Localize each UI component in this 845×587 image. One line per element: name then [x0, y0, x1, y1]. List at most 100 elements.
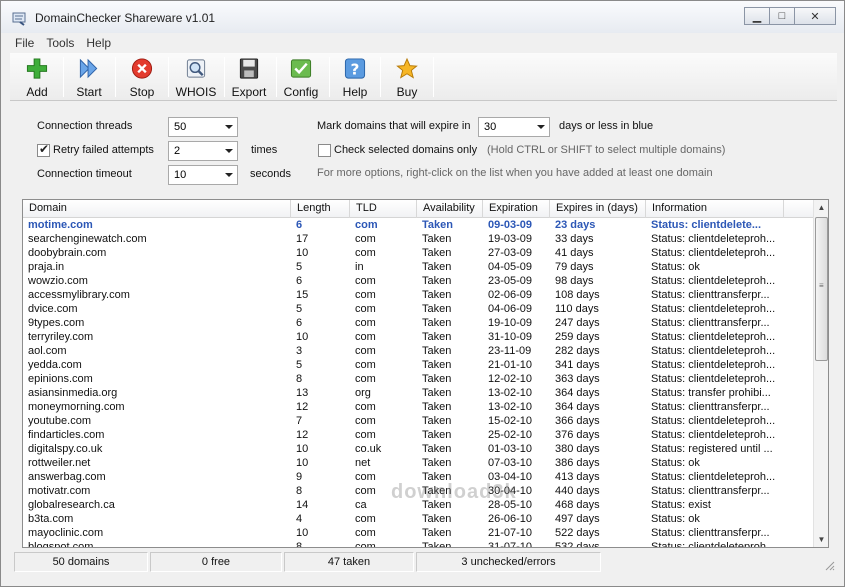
header-col-domain[interactable]: Domain	[23, 200, 291, 218]
seconds-label: seconds	[250, 168, 291, 180]
expires-in-cell: 341 days	[555, 359, 600, 371]
whois-button[interactable]: WHOIS	[174, 55, 218, 99]
expiration-cell: 31-10-09	[488, 331, 533, 343]
config-button[interactable]: Config	[281, 55, 321, 99]
availability-cell: Taken	[422, 373, 452, 385]
tld-cell: com	[355, 345, 376, 357]
table-row[interactable]: searchenginewatch.com 17 com Taken 19-03-09 3…	[23, 232, 814, 246]
table-row[interactable]: asiansinmedia.org 13 org Taken 13-02-10 364 d…	[23, 386, 814, 400]
information-cell: Status: clientdelete...	[651, 219, 762, 231]
table-row[interactable]: wowzio.com 6 com Taken 23-05-09 98 days Status…	[23, 274, 814, 288]
more-options-hint: For more options, right-click on the lis…	[317, 167, 713, 179]
timeout-select[interactable]: 10	[168, 165, 238, 185]
menu-help[interactable]: Help	[80, 35, 117, 50]
table-row[interactable]: rottweiler.net 10 net Taken 07-03-10 386 days…	[23, 456, 814, 470]
check-icon: ✔	[39, 142, 50, 156]
close-button[interactable]: ✕	[794, 7, 836, 25]
availability-cell: Taken	[422, 219, 453, 231]
app-window: DomainChecker Shareware v1.01 ▁ □ ✕ File…	[0, 0, 845, 587]
table-row[interactable]: mayoclinic.com 10 com Taken 21-07-10 522 days…	[23, 526, 814, 540]
scroll-thumb[interactable]: ≡	[815, 217, 828, 361]
table-row[interactable]: praja.in 5 in Taken 04-05-09 79 days Status: o…	[23, 260, 814, 274]
maximize-button[interactable]: □	[769, 7, 795, 25]
title-bar: DomainChecker Shareware v1.01 ▁ □ ✕	[1, 1, 844, 33]
vertical-scrollbar[interactable]: ▲ ≡ ▼	[813, 200, 828, 547]
minimize-button[interactable]: ▁	[744, 7, 770, 25]
table-row[interactable]: 9types.com 6 com Taken 19-10-09 247 days Statu…	[23, 316, 814, 330]
domain-cell: globalresearch.ca	[28, 499, 115, 511]
availability-cell: Taken	[422, 513, 452, 525]
length-cell: 17	[296, 233, 309, 245]
tld-cell: net	[355, 457, 371, 469]
check-selected-checkbox[interactable]	[318, 144, 331, 157]
help-button[interactable]: ? Help	[337, 55, 373, 99]
table-row[interactable]: digitalspy.co.uk 10 co.uk Taken 01-03-10 380 …	[23, 442, 814, 456]
availability-cell: Taken	[422, 345, 452, 357]
buy-button[interactable]: Buy	[389, 55, 425, 99]
information-cell: Status: clientdeleteproh...	[651, 303, 776, 315]
menu-tools[interactable]: Tools	[40, 35, 80, 50]
table-row[interactable]: motime.com 6 com Taken 09-03-09 23 days Status…	[23, 218, 814, 232]
table-row[interactable]: blogspot.com 8 com Taken 31-07-10 532 days Sta…	[23, 540, 814, 547]
add-label: Add	[26, 85, 48, 99]
export-button[interactable]: Export	[229, 55, 269, 99]
start-label: Start	[76, 85, 102, 99]
expiration-cell: 21-01-10	[488, 359, 533, 371]
domain-cell: praja.in	[28, 261, 65, 273]
start-button[interactable]: Start	[70, 55, 108, 99]
header-col-information[interactable]: Information	[646, 200, 784, 218]
scroll-down-icon[interactable]: ▼	[814, 532, 828, 547]
expire-select[interactable]: 30	[478, 117, 550, 137]
table-row[interactable]: b3ta.com 4 com Taken 26-06-10 497 days Status:…	[23, 512, 814, 526]
table-row[interactable]: epinions.com 8 com Taken 12-02-10 363 days Sta…	[23, 372, 814, 386]
table-row[interactable]: aol.com 3 com Taken 23-11-09 282 days Status: …	[23, 344, 814, 358]
header-col-availability[interactable]: Availability	[417, 200, 483, 218]
table-row[interactable]: terryriley.com 10 com Taken 31-10-09 259 days…	[23, 330, 814, 344]
stop-button[interactable]: Stop	[123, 55, 161, 99]
status-free: 0 free	[150, 552, 282, 572]
table-row[interactable]: youtube.com 7 com Taken 15-02-10 366 days Stat…	[23, 414, 814, 428]
whois-label: WHOIS	[175, 85, 217, 99]
domain-list[interactable]: Domain Length TLD Availability Expiration Exp…	[22, 199, 829, 548]
tld-cell: com	[355, 373, 376, 385]
length-cell: 6	[296, 219, 303, 231]
expire-value: 30	[484, 121, 497, 133]
menu-file[interactable]: File	[9, 35, 40, 50]
status-bar: 50 domains 0 free 47 taken 3 unchecked/e…	[10, 551, 837, 573]
expiration-cell: 27-03-09	[488, 247, 533, 259]
header-col-expiration[interactable]: Expiration	[483, 200, 550, 218]
retry-checkbox[interactable]: ✔	[37, 142, 50, 157]
domain-cell: youtube.com	[28, 415, 91, 427]
add-button[interactable]: Add	[18, 55, 56, 99]
expiration-cell: 02-06-09	[488, 289, 533, 301]
domain-cell: answerbag.com	[28, 471, 106, 483]
ctrl-hint: (Hold CTRL or SHIFT to select multiple d…	[487, 144, 726, 156]
expiration-cell: 04-05-09	[488, 261, 533, 273]
expires-in-cell: 23 days	[555, 219, 596, 231]
expires-in-cell: 364 days	[555, 401, 600, 413]
menu-bar: File Tools Help	[9, 35, 838, 53]
retry-select[interactable]: 2	[168, 141, 238, 161]
table-row[interactable]: doobybrain.com 10 com Taken 27-03-09 41 days S…	[23, 246, 814, 260]
config-icon	[290, 59, 312, 78]
information-cell: Status: clientdeleteproh...	[651, 359, 776, 371]
table-row[interactable]: dvice.com 5 com Taken 04-06-09 110 days Status…	[23, 302, 814, 316]
table-row[interactable]: accessmylibrary.com 15 com Taken 02-06-09 108…	[23, 288, 814, 302]
header-col-length[interactable]: Length	[291, 200, 350, 218]
expires-in-cell: 363 days	[555, 373, 600, 385]
table-row[interactable]: yedda.com 5 com Taken 21-01-10 341 days Status…	[23, 358, 814, 372]
table-row[interactable]: moneymorning.com 12 com Taken 13-02-10 364 da…	[23, 400, 814, 414]
resize-grip-icon[interactable]	[823, 559, 835, 571]
header-col-tld[interactable]: TLD	[350, 200, 417, 218]
information-cell: Status: clientdeleteproh...	[651, 331, 776, 343]
scroll-up-icon[interactable]: ▲	[814, 200, 828, 215]
table-row[interactable]: findarticles.com 12 com Taken 25-02-10 376 da…	[23, 428, 814, 442]
threads-select[interactable]: 50	[168, 117, 238, 137]
chevron-down-icon	[537, 125, 545, 129]
expiration-cell: 21-07-10	[488, 527, 533, 539]
tld-cell: com	[355, 233, 376, 245]
availability-cell: Taken	[422, 275, 452, 287]
header-col-expires-in[interactable]: Expires in (days)	[550, 200, 646, 218]
threads-label: Connection threads	[37, 120, 133, 132]
availability-cell: Taken	[422, 247, 452, 259]
